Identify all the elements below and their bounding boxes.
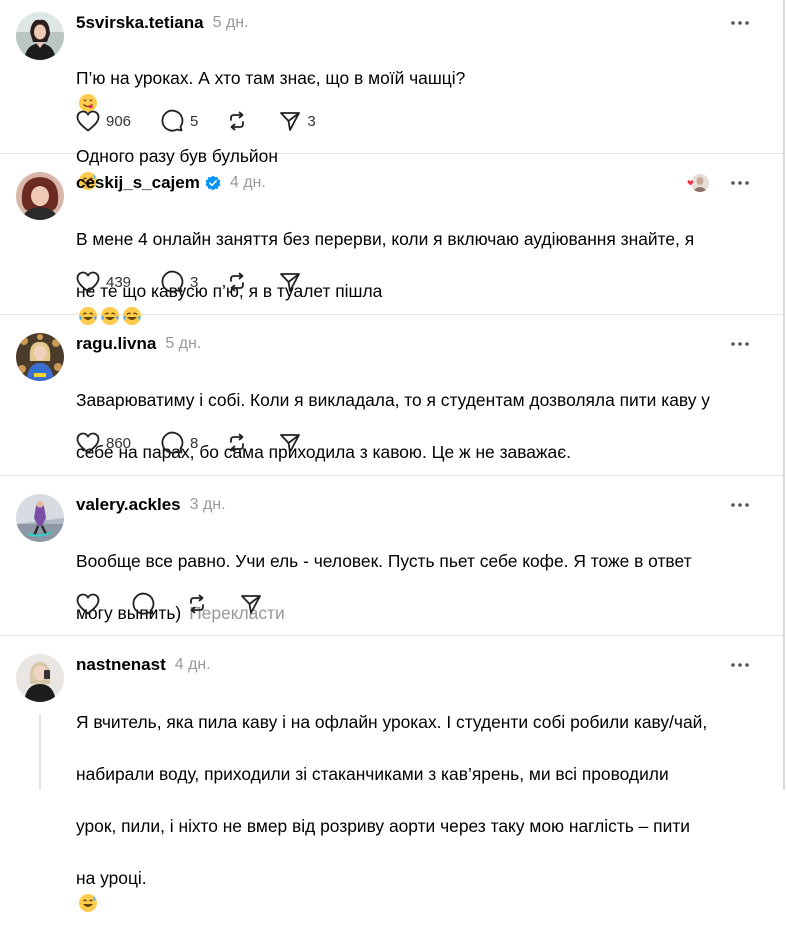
- avatar[interactable]: [16, 494, 64, 542]
- repost-icon: [230, 111, 245, 131]
- post-text: Вообще все равно. Учи ель - человек. Пус…: [76, 522, 753, 652]
- more-dots-icon[interactable]: [729, 654, 751, 676]
- username[interactable]: ragu.livna: [76, 334, 156, 354]
- heart-icon: [76, 110, 100, 132]
- like-button[interactable]: 860: [76, 429, 131, 457]
- send-icon: [280, 112, 301, 131]
- avatar[interactable]: [16, 172, 64, 220]
- post-text: Я вчитель, яка пила каву і на офлайн уро…: [76, 683, 753, 943]
- repost-button[interactable]: [185, 590, 209, 618]
- heart-icon: [76, 271, 100, 293]
- share-button[interactable]: [279, 268, 301, 296]
- repost-button[interactable]: [225, 107, 249, 135]
- post-actions: 860 8: [76, 429, 301, 457]
- post-text-line: Заварюватиму і собі. Коли я викладала, т…: [76, 390, 710, 410]
- share-button[interactable]: 3: [279, 107, 316, 135]
- post-text-line: Я вчитель, яка пила каву і на офлайн уро…: [76, 712, 708, 732]
- like-count: 906: [106, 112, 132, 130]
- repost-button[interactable]: [225, 429, 249, 457]
- repost-icon: [230, 433, 245, 453]
- post-time[interactable]: 5 дн.: [165, 335, 201, 353]
- post-header: ragu.livna 5 дн.: [76, 333, 201, 355]
- post-text: Заварюватиму і собі. Коли я викладала, т…: [76, 361, 753, 491]
- post-5svirska: 5svirska.tetiana 5 дн. П’ю на уроках. А …: [0, 0, 783, 190]
- post-text-line: В мене 4 онлайн заняття без перерви, кол…: [76, 229, 695, 249]
- like-button[interactable]: 906: [76, 107, 131, 135]
- verified-badge-icon: [205, 175, 221, 191]
- username[interactable]: nastnenast: [76, 655, 166, 675]
- post-text-line: П’ю на уроках. А хто там знає, що в моїй…: [76, 68, 466, 88]
- post-time[interactable]: 4 дн.: [175, 656, 211, 674]
- post-ragu: ragu.livna 5 дн. Заварюватиму і собі. Ко…: [0, 315, 783, 476]
- like-count: 860: [106, 434, 132, 452]
- post-ceskij: ceskij_s_cajem 4 дн. В мене 4 онлайн зан…: [0, 154, 783, 325]
- post-text-line: на уроці.: [76, 868, 147, 888]
- reply-count: 3: [190, 273, 199, 291]
- comment-icon: [161, 431, 184, 454]
- repost-icon: [190, 594, 204, 614]
- avatar[interactable]: [16, 12, 64, 60]
- post-actions: [76, 590, 262, 618]
- reply-button[interactable]: 5: [160, 107, 198, 135]
- post-actions: 906 5 3: [76, 107, 316, 135]
- comment-icon: [132, 592, 155, 615]
- send-icon: [241, 595, 261, 614]
- post-valery: valery.ackles 3 дн. Вообще все равно. Уч…: [0, 476, 783, 636]
- heart-icon: [76, 432, 100, 454]
- more-dots-icon[interactable]: [729, 172, 751, 194]
- like-button[interactable]: [76, 590, 100, 618]
- liked-by-avatar[interactable]: [685, 171, 709, 195]
- share-button[interactable]: [240, 590, 262, 618]
- window-edge: [783, 0, 785, 790]
- avatar[interactable]: [16, 333, 64, 381]
- thread-line: [39, 714, 41, 790]
- like-count: 439: [106, 273, 132, 291]
- repost-button[interactable]: [225, 268, 249, 296]
- share-count: 3: [307, 112, 316, 130]
- send-icon: [280, 434, 301, 453]
- post-header: nastnenast 4 дн.: [76, 654, 211, 676]
- post-text-line: Вообще все равно. Учи ель - человек. Пус…: [76, 551, 692, 571]
- username[interactable]: ceskij_s_cajem: [76, 173, 200, 193]
- like-button[interactable]: 439: [76, 268, 131, 296]
- more-dots-icon[interactable]: [729, 333, 751, 355]
- send-icon: [280, 273, 301, 292]
- reply-count: 8: [190, 434, 199, 452]
- post-header: valery.ackles 3 дн.: [76, 494, 226, 516]
- reply-button[interactable]: [131, 590, 155, 618]
- reply-button[interactable]: 8: [160, 429, 198, 457]
- post-time[interactable]: 4 дн.: [230, 174, 266, 192]
- post-text-line: урок, пили, і ніхто не вмер від розриву …: [76, 816, 690, 836]
- comment-icon: [161, 109, 184, 132]
- post-header: 5svirska.tetiana 5 дн.: [76, 12, 249, 34]
- more-dots-icon[interactable]: [729, 12, 751, 34]
- username[interactable]: 5svirska.tetiana: [76, 13, 204, 33]
- avatar[interactable]: [16, 654, 64, 702]
- post-text-line: набирали воду, приходили зі стаканчиками…: [76, 764, 669, 784]
- sweat-smile-emoji: [79, 894, 97, 912]
- post-header: ceskij_s_cajem 4 дн.: [76, 172, 266, 194]
- reply-count: 5: [190, 112, 199, 130]
- more-dots-icon[interactable]: [729, 494, 751, 516]
- reply-button[interactable]: 3: [160, 268, 198, 296]
- share-button[interactable]: [279, 429, 301, 457]
- comment-icon: [161, 270, 184, 293]
- post-time[interactable]: 5 дн.: [213, 14, 249, 32]
- post-actions: 439 3: [76, 268, 301, 296]
- repost-icon: [230, 272, 245, 292]
- post-time[interactable]: 3 дн.: [190, 496, 226, 514]
- heart-icon: [76, 593, 100, 615]
- username[interactable]: valery.ackles: [76, 495, 181, 515]
- post-nastnenast: nastnenast 4 дн. Я вчитель, яка пила кав…: [0, 636, 783, 912]
